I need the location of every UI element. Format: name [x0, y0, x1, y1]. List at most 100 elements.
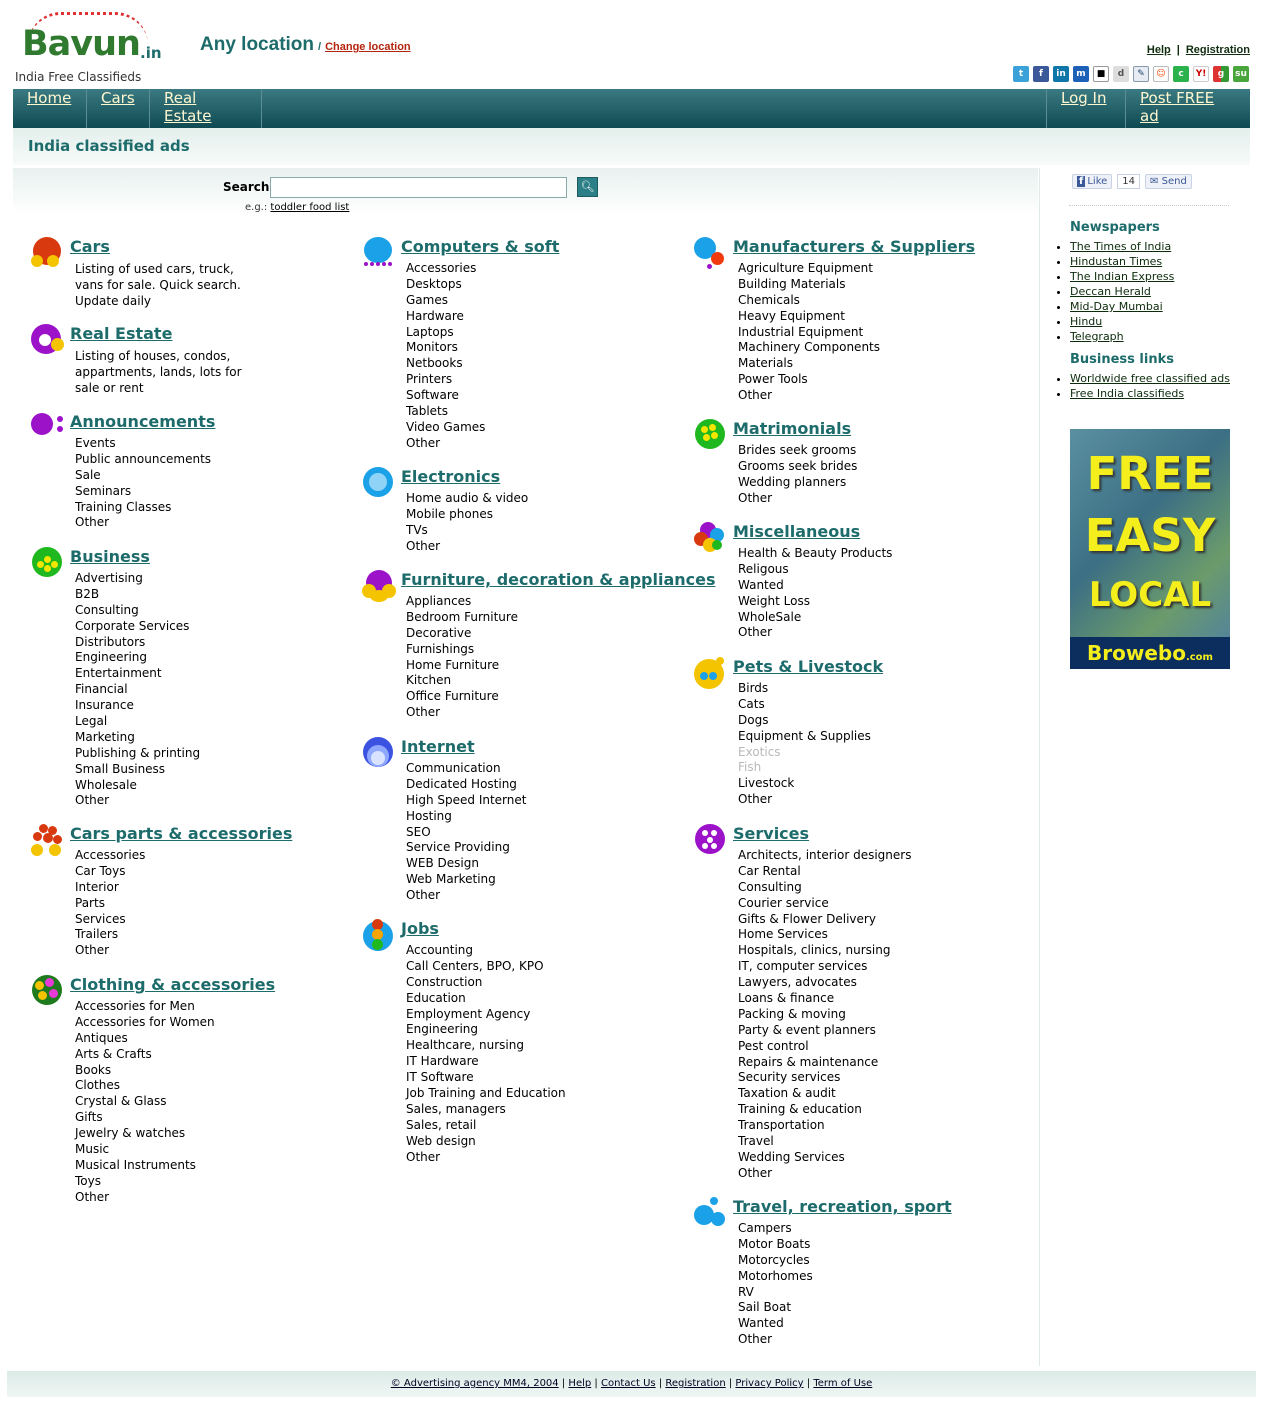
subcategory-link[interactable]: Construction [406, 975, 566, 991]
subcategory-link[interactable]: Travel [738, 1134, 911, 1150]
subcategory-link[interactable]: Agriculture Equipment [738, 261, 880, 277]
sidebar-link[interactable]: Free India classifieds [1070, 387, 1184, 400]
subcategory-link[interactable]: Bedroom Furniture [406, 610, 518, 626]
category-title[interactable]: Services [733, 824, 809, 843]
subcategory-link[interactable]: Other [738, 625, 892, 641]
subcategory-link[interactable]: Brides seek grooms [738, 443, 857, 459]
subcategory-link[interactable]: Insurance [75, 698, 200, 714]
subcategory-link[interactable]: Religous [738, 562, 892, 578]
subcategory-link[interactable]: Architects, interior designers [738, 848, 911, 864]
subcategory-link[interactable]: Fish [738, 760, 871, 776]
subcategory-link[interactable]: Grooms seek brides [738, 459, 857, 475]
subcategory-link[interactable]: Printers [406, 372, 485, 388]
subcategory-link[interactable]: Advertising [75, 571, 200, 587]
subcategory-link[interactable]: Crystal & Glass [75, 1094, 215, 1110]
subcategory-link[interactable]: Laptops [406, 325, 485, 341]
delicious-icon[interactable]: ■ [1093, 66, 1109, 82]
footer-copyright-link[interactable]: © Advertising agency MM4, 2004 [391, 1378, 559, 1389]
category-title[interactable]: Business [70, 547, 150, 566]
subcategory-link[interactable]: Other [738, 491, 857, 507]
subcategory-link[interactable]: Desktops [406, 277, 485, 293]
subcategory-link[interactable]: Power Tools [738, 372, 880, 388]
fb-send-button[interactable]: ✉ Send [1145, 174, 1192, 189]
category-title[interactable]: Pets & Livestock [733, 657, 883, 676]
subcategory-link[interactable]: Home audio & video [406, 491, 528, 507]
subcategory-link[interactable]: Music [75, 1142, 215, 1158]
subcategory-link[interactable]: Public announcements [75, 452, 211, 468]
subcategory-link[interactable]: Machinery Components [738, 340, 880, 356]
subcategory-link[interactable]: Motorhomes [738, 1269, 813, 1285]
subcategory-link[interactable]: Engineering [75, 650, 200, 666]
subcategory-link[interactable]: Accessories [75, 848, 145, 864]
subcategory-link[interactable]: Other [406, 705, 518, 721]
subcategory-link[interactable]: Car Toys [75, 864, 145, 880]
subcategory-link[interactable]: Employment Agency [406, 1007, 566, 1023]
subcategory-link[interactable]: Pest control [738, 1039, 911, 1055]
footer-contact-link[interactable]: Contact Us [601, 1378, 656, 1389]
search-button[interactable]: 🔍︎ [577, 177, 598, 197]
subcategory-link[interactable]: Packing & moving [738, 1007, 911, 1023]
subcategory-link[interactable]: Tablets [406, 404, 485, 420]
category-title[interactable]: Matrimonials [733, 419, 851, 438]
subcategory-link[interactable]: Marketing [75, 730, 200, 746]
subcategory-link[interactable]: Industrial Equipment [738, 325, 880, 341]
subcategory-link[interactable]: Accessories [406, 261, 485, 277]
subcategory-link[interactable]: Motor Boats [738, 1237, 813, 1253]
subcategory-link[interactable]: Interior [75, 880, 145, 896]
subcategory-link[interactable]: Events [75, 436, 211, 452]
subcategory-link[interactable]: Distributors [75, 635, 200, 651]
subcategory-link[interactable]: Birds [738, 681, 871, 697]
category-title[interactable]: Cars parts & accessories [70, 824, 292, 843]
nav-real-estate[interactable]: Real Estate [150, 89, 262, 128]
subcategory-link[interactable]: Campers [738, 1221, 813, 1237]
subcategory-link[interactable]: Software [406, 388, 485, 404]
subcategory-link[interactable]: IT Hardware [406, 1054, 566, 1070]
digg-icon[interactable]: d [1113, 66, 1129, 82]
facebook-icon[interactable]: f [1033, 66, 1049, 82]
subcategory-link[interactable]: Equipment & Supplies [738, 729, 871, 745]
subcategory-link[interactable]: Other [406, 888, 526, 904]
subcategory-link[interactable]: Call Centers, BPO, KPO [406, 959, 566, 975]
sidebar-link[interactable]: Telegraph [1070, 330, 1124, 343]
subcategory-link[interactable]: Games [406, 293, 485, 309]
footer-help-link[interactable]: Help [568, 1378, 591, 1389]
subcategory-link[interactable]: Other [75, 793, 200, 809]
subcategory-link[interactable]: RV [738, 1285, 813, 1301]
subcategory-link[interactable]: Clothes [75, 1078, 215, 1094]
linkedin-icon[interactable]: in [1053, 66, 1069, 82]
subcategory-link[interactable]: Building Materials [738, 277, 880, 293]
subcategory-link[interactable]: Party & event planners [738, 1023, 911, 1039]
sidebar-link[interactable]: Hindu [1070, 315, 1102, 328]
category-title[interactable]: Electronics [401, 467, 500, 486]
subcategory-link[interactable]: Other [406, 436, 485, 452]
subcategory-link[interactable]: IT Software [406, 1070, 566, 1086]
stumbleupon-icon[interactable]: su [1233, 66, 1249, 82]
subcategory-link[interactable]: Exotics [738, 745, 871, 761]
subcategory-link[interactable]: Legal [75, 714, 200, 730]
subcategory-link[interactable]: IT, computer services [738, 959, 911, 975]
subcategory-link[interactable]: Antiques [75, 1031, 215, 1047]
footer-terms-link[interactable]: Term of Use [813, 1378, 872, 1389]
subcategory-link[interactable]: Sail Boat [738, 1300, 813, 1316]
subcategory-link[interactable]: Accounting [406, 943, 566, 959]
subcategory-link[interactable]: Livestock [738, 776, 871, 792]
subcategory-link[interactable]: Other [406, 1150, 566, 1166]
subcategory-link[interactable]: Wholesale [75, 778, 200, 794]
subcategory-link[interactable]: TVs [406, 523, 528, 539]
subcategory-link[interactable]: Books [75, 1063, 215, 1079]
subcategory-link[interactable]: Lawyers, advocates [738, 975, 911, 991]
subcategory-link[interactable]: Arts & Crafts [75, 1047, 215, 1063]
nav-cars[interactable]: Cars [87, 89, 150, 128]
subcategory-link[interactable]: Hosting [406, 809, 526, 825]
browebo-ad-banner[interactable]: FREE EASY LOCAL Browebo.com [1070, 429, 1230, 669]
subcategory-link[interactable]: Other [75, 943, 145, 959]
category-title[interactable]: Announcements [70, 412, 215, 431]
subcategory-link[interactable]: Accessories for Women [75, 1015, 215, 1031]
subcategory-link[interactable]: Office Furniture [406, 689, 518, 705]
category-title[interactable]: Furniture, decoration & appliances [401, 570, 716, 589]
twitter-icon[interactable]: t [1013, 66, 1029, 82]
subcategory-link[interactable]: WEB Design [406, 856, 526, 872]
subcategory-link[interactable]: Wedding planners [738, 475, 857, 491]
subcategory-link[interactable]: Furnishings [406, 642, 518, 658]
subcategory-link[interactable]: Gifts [75, 1110, 215, 1126]
